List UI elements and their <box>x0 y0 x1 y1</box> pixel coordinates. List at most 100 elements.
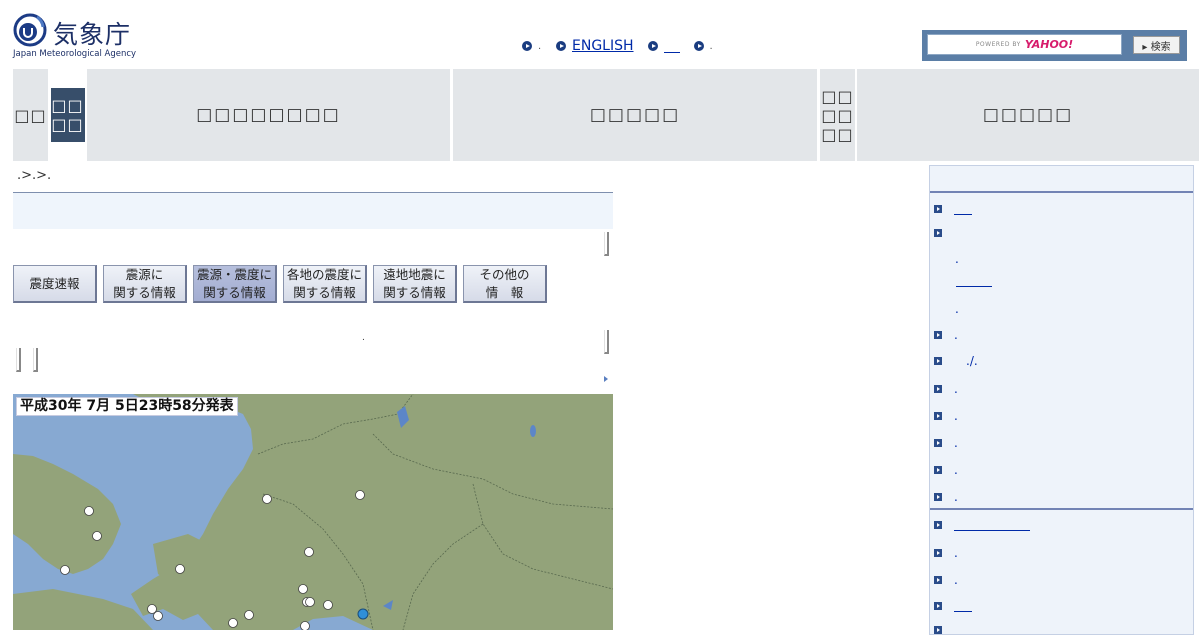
tab-label: 震源・震度に <box>196 266 272 282</box>
sidebar-item-label[interactable] <box>954 519 1030 531</box>
sidebar-item[interactable] <box>934 626 954 634</box>
tab-label: その他の <box>479 266 530 282</box>
map-issued-label: 平成30年 7月 5日23時58分発表 <box>16 397 238 416</box>
nav-item-4[interactable]: □□□□□ <box>453 69 817 161</box>
arrow-bullet-icon <box>934 466 942 474</box>
map-image <box>13 394 613 630</box>
station-marker <box>244 610 254 620</box>
sidebar-item[interactable]: . <box>934 436 958 450</box>
tab-label: 震度速報 <box>29 275 80 291</box>
tab-epicenter-info[interactable]: 震源に 関する情報 <box>103 265 187 303</box>
tab-label: 関する情報 <box>293 284 356 300</box>
nav-item-1[interactable]: □□ <box>13 69 48 161</box>
sidebar-item[interactable]: . <box>934 463 958 477</box>
nav-item-6[interactable]: □□□□□ <box>857 69 1199 161</box>
sidebar-item[interactable]: . <box>934 382 958 396</box>
sidebar-subitem[interactable]: . <box>955 252 959 266</box>
tab-label: 各地の震度に <box>286 266 362 282</box>
scroll-handle[interactable] <box>604 232 609 256</box>
nav-item-active-label: □□ □□ <box>50 88 85 142</box>
scroll-handle[interactable] <box>16 348 21 372</box>
tab-regional-intensity-info[interactable]: 各地の震度に 関する情報 <box>283 265 367 303</box>
station-marker <box>298 584 308 594</box>
sidebar-item-label[interactable]: . <box>954 546 958 560</box>
nav-item-label: □□ □□ <box>51 96 84 134</box>
station-marker <box>60 565 70 575</box>
circle-arrow-icon <box>522 41 532 51</box>
station-marker <box>153 611 163 621</box>
nav-item-5[interactable]: □□ □□ □□ <box>820 69 855 161</box>
arrow-right-icon[interactable] <box>604 376 608 382</box>
sidebar-item-label[interactable] <box>954 203 972 215</box>
header-link-label[interactable]: . <box>538 41 542 52</box>
page-title-bar <box>13 192 613 229</box>
sidebar-item[interactable] <box>934 229 954 237</box>
tab-seismic-intensity-report[interactable]: 震度速報 <box>13 265 97 303</box>
sidebar-item[interactable]: . <box>934 573 958 587</box>
tab-label: 情 報 <box>485 284 524 300</box>
station-marker <box>300 621 310 630</box>
arrow-bullet-icon <box>934 626 942 634</box>
station-marker <box>228 618 238 628</box>
arrow-bullet-icon <box>934 412 942 420</box>
sidebar-item-label[interactable]: . <box>954 409 958 423</box>
tab-label: 関する情報 <box>113 284 176 300</box>
sidebar-item[interactable] <box>934 203 972 215</box>
station-marker <box>323 600 333 610</box>
yahoo-logo: YAHOO! <box>1024 38 1074 51</box>
header-link-1[interactable]: . <box>522 41 542 52</box>
sidebar-divider <box>930 191 1193 193</box>
info-tabs: 震度速報 震源に 関する情報 震源・震度に 関する情報 各地の震度に 関する情報 遠地… <box>13 265 553 303</box>
station-marker <box>355 490 365 500</box>
header-link-4[interactable]: . <box>693 41 714 52</box>
sidebar-item[interactable]: . <box>934 490 958 504</box>
sidebar-item-label[interactable]: . <box>954 573 958 587</box>
sidebar-item[interactable]: ./. <box>934 354 978 368</box>
breadcrumb[interactable]: .>.>. <box>17 168 51 183</box>
search-input[interactable]: POWERED BY YAHOO! <box>927 34 1122 55</box>
sidebar-item[interactable]: . <box>934 546 958 560</box>
scroll-handle[interactable] <box>33 348 38 372</box>
circle-arrow-icon <box>556 41 566 51</box>
arrow-bullet-icon <box>934 493 942 501</box>
header-link-english[interactable]: ENGLISH <box>556 38 634 54</box>
sidebar-subitem-label[interactable] <box>956 275 992 287</box>
header-link-label[interactable]: . <box>710 41 714 52</box>
sidebar-item-label[interactable]: . <box>954 463 958 477</box>
sidebar-item[interactable]: . <box>934 409 958 423</box>
search-button[interactable]: ▸ 検索 <box>1133 36 1180 54</box>
epicenter-marker <box>357 608 369 620</box>
sidebar-item-label[interactable]: . <box>954 436 958 450</box>
site-search: POWERED BY YAHOO! ▸ 検索 <box>922 30 1187 61</box>
sidebar-item[interactable] <box>934 600 972 612</box>
jma-logo[interactable]: 気象庁 Japan Meteorological Agency <box>13 13 138 61</box>
arrow-bullet-icon <box>934 549 942 557</box>
arrow-bullet-icon <box>934 205 942 213</box>
sidebar-item-label[interactable]: . <box>954 382 958 396</box>
sidebar-item-label[interactable] <box>954 600 972 612</box>
tab-distant-earthquake-info[interactable]: 遠地地震に 関する情報 <box>373 265 457 303</box>
header-link-label[interactable] <box>663 40 680 53</box>
sidebar-item-label[interactable]: . <box>954 328 958 342</box>
arrow-bullet-icon <box>934 357 942 365</box>
arrow-bullet-icon <box>934 602 942 610</box>
scroll-handle[interactable] <box>604 330 609 354</box>
sidebar-subitem[interactable] <box>956 275 992 290</box>
sidebar-item[interactable]: . <box>934 328 958 342</box>
sidebar-item-label[interactable]: ./. <box>966 354 978 368</box>
seismic-map[interactable]: 平成30年 7月 5日23時58分発表 <box>13 394 613 630</box>
english-link[interactable]: ENGLISH <box>572 38 634 54</box>
sidebar-subitem[interactable]: . <box>955 302 959 316</box>
tab-other-info[interactable]: その他の情 報 <box>463 265 547 303</box>
station-marker <box>175 564 185 574</box>
header-link-3[interactable] <box>647 40 680 53</box>
arrow-bullet-icon <box>934 439 942 447</box>
nav-item-2[interactable]: □□ □□ <box>50 69 85 161</box>
sidebar-item[interactable] <box>934 519 1030 531</box>
circle-arrow-icon <box>693 41 704 51</box>
nav-item-3[interactable]: □□□□□□□□ <box>87 69 450 161</box>
sidebar-divider <box>930 508 1193 510</box>
sidebar-item-label[interactable]: . <box>954 490 958 504</box>
tab-label: 遠地地震に <box>383 266 446 282</box>
tab-epicenter-intensity-info[interactable]: 震源・震度に 関する情報 <box>193 265 277 303</box>
